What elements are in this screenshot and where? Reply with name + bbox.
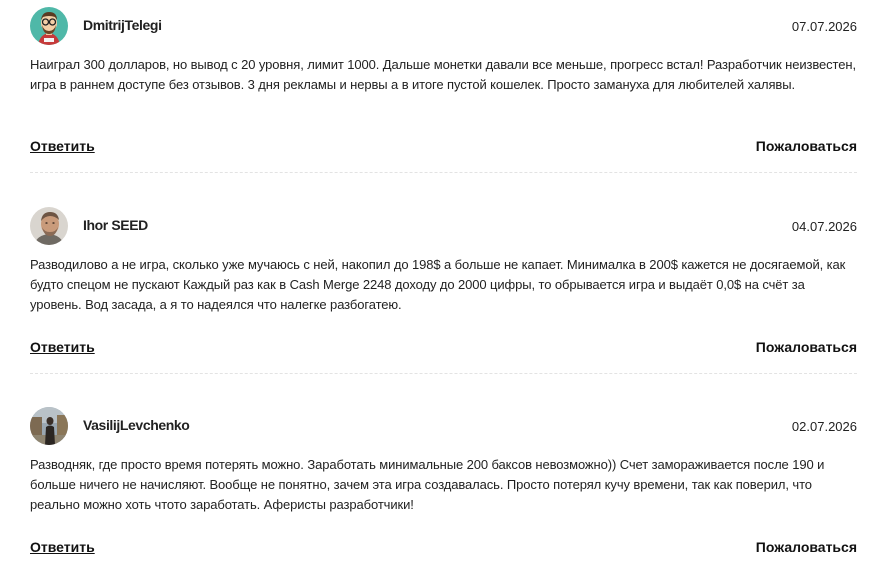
- comment-header: DmitrijTelegi 07.07.2026: [30, 7, 857, 45]
- comment-actions: Ответить Пожаловаться: [30, 138, 857, 158]
- reply-link[interactable]: Ответить: [30, 339, 95, 355]
- comment-text: Наиграл 300 долларов, но вывод с 20 уров…: [30, 57, 856, 92]
- report-link[interactable]: Пожаловаться: [756, 138, 857, 154]
- reply-link[interactable]: Ответить: [30, 138, 95, 154]
- comment-header: Ihor SEED 04.07.2026: [30, 207, 857, 245]
- comment-author: DmitrijTelegi: [83, 17, 162, 33]
- reply-link[interactable]: Ответить: [30, 539, 95, 555]
- comment-text: Разводилово а не игра, сколько уже мучаю…: [30, 257, 846, 312]
- comment-divider: [30, 373, 857, 374]
- comment-item: Ihor SEED 04.07.2026 Разводилово а не иг…: [30, 207, 857, 374]
- comment-author: Ihor SEED: [83, 217, 148, 233]
- comment-date: 02.07.2026: [791, 419, 857, 434]
- comment-item: DmitrijTelegi 07.07.2026 Наиграл 300 дол…: [30, 7, 857, 173]
- comment-date: 07.07.2026: [791, 19, 857, 34]
- avatar[interactable]: [30, 207, 68, 245]
- report-link[interactable]: Пожаловаться: [756, 339, 857, 355]
- comment-author: VasilijLevchenko: [83, 417, 190, 433]
- cartoon-man-with-glasses-avatar-icon: [30, 7, 68, 45]
- comment-date: 04.07.2026: [791, 219, 857, 234]
- comment-item: VasilijLevchenko 02.07.2026 Разводняк, г…: [30, 407, 857, 555]
- man-photo-avatar-icon: [30, 207, 68, 245]
- comment-text: Разводняк, где просто время потерять мож…: [30, 457, 825, 512]
- comment-header: VasilijLevchenko 02.07.2026: [30, 407, 857, 445]
- avatar[interactable]: [30, 407, 68, 445]
- report-link[interactable]: Пожаловаться: [756, 539, 857, 555]
- avatar[interactable]: [30, 7, 68, 45]
- person-outdoor-photo-avatar-icon: [30, 407, 68, 445]
- comment-divider: [30, 172, 857, 173]
- comment-actions: Ответить Пожаловаться: [30, 539, 857, 559]
- comment-actions: Ответить Пожаловаться: [30, 339, 857, 359]
